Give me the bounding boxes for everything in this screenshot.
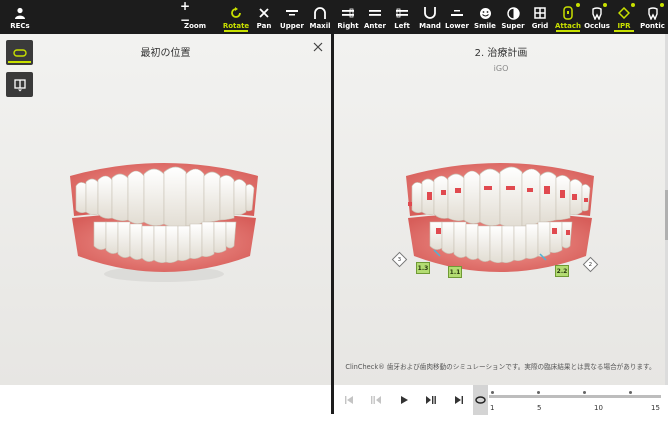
stage-dot[interactable] xyxy=(491,391,494,394)
top-toolbar: RECs + − Zoom Rotate Pan Upper Maxil Rig… xyxy=(0,0,668,34)
ipr-button[interactable]: IPR xyxy=(612,0,636,34)
skip-end-icon xyxy=(455,396,463,404)
rotate-icon xyxy=(230,4,242,22)
zoom-button[interactable]: + − Zoom xyxy=(180,0,210,34)
close-panel-button[interactable] xyxy=(311,40,325,54)
right-view-button[interactable]: Right xyxy=(336,0,360,34)
clincheck-disclaimer: ClinCheck® 歯牙および歯肉移動のシミュレーションです。実際の臨床結果と… xyxy=(345,363,656,371)
maxilla-arch-icon xyxy=(313,4,327,22)
initial-position-title: 最初の位置 xyxy=(140,48,191,59)
attach-indicator-dot xyxy=(576,3,580,7)
smile-button[interactable]: Smile xyxy=(473,0,497,34)
occlusion-tooth-icon xyxy=(591,4,603,22)
play-icon xyxy=(401,396,408,404)
app-root: RECs + − Zoom Rotate Pan Upper Maxil Rig… xyxy=(0,0,668,426)
occlusion-indicator-dot xyxy=(603,3,607,7)
recs-button[interactable]: RECs xyxy=(4,0,36,34)
step-back-icon xyxy=(371,396,381,404)
ipr-diamond-icon xyxy=(618,4,630,22)
left-view-icon xyxy=(395,4,409,22)
anterior-view-button[interactable]: Anter xyxy=(363,0,387,34)
last-stage-button[interactable] xyxy=(448,392,470,408)
lower-button[interactable]: Lower xyxy=(445,0,469,34)
stage-dot[interactable] xyxy=(537,391,540,394)
upper-button[interactable]: Upper xyxy=(280,0,304,34)
timeline-tick-label: 15 xyxy=(651,404,660,412)
maxil-button[interactable]: Maxil xyxy=(308,0,332,34)
treatment-plan-panel[interactable]: 2. 治療計画 iGO 1.3 1.1 2.2 3 2 xyxy=(334,34,668,385)
stage-dot[interactable] xyxy=(583,391,586,394)
play-button[interactable] xyxy=(393,392,415,408)
layout-toggle[interactable] xyxy=(6,72,33,97)
timeline-start-handle[interactable] xyxy=(473,385,488,415)
stage-handle-icon xyxy=(475,396,486,404)
initial-position-panel[interactable]: 最初の位置 xyxy=(0,34,331,385)
stage-dot[interactable] xyxy=(629,391,632,394)
attachment-icon xyxy=(562,4,574,22)
anterior-view-icon xyxy=(368,4,382,22)
grid-button[interactable]: Grid xyxy=(529,0,551,34)
timeline-tick-label: 5 xyxy=(537,404,542,412)
stage-timeline-slider[interactable] xyxy=(489,395,661,398)
pontic-button[interactable]: Pontic xyxy=(639,0,666,34)
right-view-icon xyxy=(341,4,355,22)
treatment-teeth-model[interactable] xyxy=(400,156,600,286)
lower-jaw-icon xyxy=(450,4,464,22)
superimpose-icon xyxy=(506,4,520,22)
step-forward-icon xyxy=(426,396,436,404)
ipr-value-label[interactable]: 1.3 xyxy=(416,262,430,274)
upper-jaw-icon xyxy=(285,4,299,22)
treatment-plan-title: 2. 治療計画 xyxy=(474,48,528,59)
pontic-indicator-dot xyxy=(660,3,664,7)
ipr-value-label[interactable]: 2.2 xyxy=(555,265,569,277)
user-icon xyxy=(14,4,26,22)
first-stage-button[interactable] xyxy=(338,392,360,408)
rotate-button[interactable]: Rotate xyxy=(222,0,250,34)
pan-icon xyxy=(258,4,270,22)
superimpose-button[interactable]: Super xyxy=(501,0,525,34)
mandible-button[interactable]: Mand xyxy=(418,0,442,34)
left-view-button[interactable]: Left xyxy=(390,0,414,34)
zoom-plus-minus-icon: + − xyxy=(180,0,193,27)
left-bottom-area xyxy=(0,385,331,426)
previous-stage-button[interactable] xyxy=(365,392,387,408)
attachments-button[interactable]: Attach xyxy=(554,0,582,34)
timeline-tick-label: 1 xyxy=(490,404,495,412)
next-stage-button[interactable] xyxy=(420,392,442,408)
treatment-plan-subtitle: iGO xyxy=(493,64,509,73)
initial-teeth-model[interactable] xyxy=(64,156,264,286)
ipr-indicator-dot xyxy=(631,3,635,7)
grid-icon xyxy=(534,4,546,22)
skip-start-icon xyxy=(345,396,353,404)
pan-button[interactable]: Pan xyxy=(254,0,274,34)
close-icon xyxy=(313,42,323,52)
timeline-tick-label: 10 xyxy=(594,404,603,412)
mandible-arch-icon xyxy=(423,4,437,22)
occlusion-button[interactable]: Occlus xyxy=(584,0,610,34)
smile-icon xyxy=(479,4,492,22)
layout-split-icon xyxy=(13,78,26,91)
ipr-value-label[interactable]: 1.1 xyxy=(448,266,462,278)
pontic-tooth-icon xyxy=(647,4,659,22)
